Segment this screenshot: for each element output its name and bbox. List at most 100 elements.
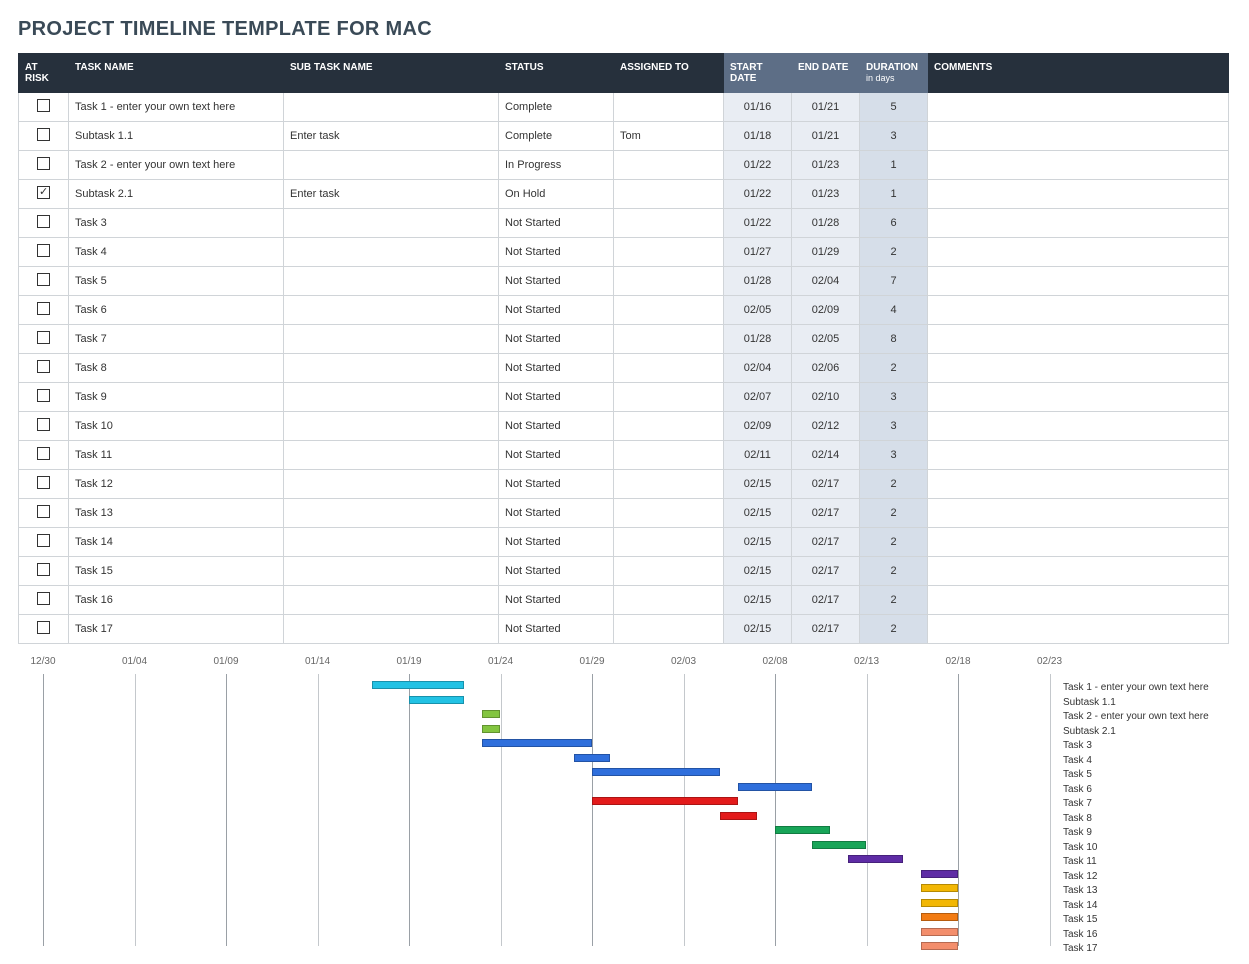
cell-assigned[interactable]: Tom: [614, 122, 724, 151]
cell-start[interactable]: 02/05: [724, 296, 792, 325]
cell-status[interactable]: In Progress: [499, 151, 614, 180]
cell-subtask[interactable]: [284, 325, 499, 354]
cell-start[interactable]: 02/15: [724, 615, 792, 644]
cell-comments[interactable]: [928, 412, 1229, 441]
at-risk-checkbox[interactable]: [37, 563, 50, 576]
cell-status[interactable]: Complete: [499, 93, 614, 122]
cell-status[interactable]: Not Started: [499, 209, 614, 238]
cell-end[interactable]: 02/06: [792, 354, 860, 383]
at-risk-checkbox[interactable]: [37, 215, 50, 228]
at-risk-checkbox[interactable]: [37, 447, 50, 460]
cell-subtask[interactable]: [284, 93, 499, 122]
cell-end[interactable]: 02/17: [792, 470, 860, 499]
cell-status[interactable]: Not Started: [499, 557, 614, 586]
cell-end[interactable]: 02/17: [792, 615, 860, 644]
at-risk-checkbox[interactable]: [37, 418, 50, 431]
cell-end[interactable]: 02/12: [792, 412, 860, 441]
cell-subtask[interactable]: [284, 151, 499, 180]
cell-subtask[interactable]: [284, 209, 499, 238]
cell-start[interactable]: 02/15: [724, 499, 792, 528]
cell-comments[interactable]: [928, 151, 1229, 180]
cell-comments[interactable]: [928, 528, 1229, 557]
cell-assigned[interactable]: [614, 296, 724, 325]
cell-comments[interactable]: [928, 383, 1229, 412]
at-risk-checkbox[interactable]: [37, 389, 50, 402]
cell-task[interactable]: Subtask 1.1: [69, 122, 284, 151]
cell-assigned[interactable]: [614, 412, 724, 441]
at-risk-checkbox[interactable]: [37, 505, 50, 518]
at-risk-checkbox[interactable]: [37, 273, 50, 286]
cell-task[interactable]: Task 13: [69, 499, 284, 528]
cell-task[interactable]: Subtask 2.1: [69, 180, 284, 209]
cell-comments[interactable]: [928, 122, 1229, 151]
cell-start[interactable]: 02/15: [724, 470, 792, 499]
cell-comments[interactable]: [928, 586, 1229, 615]
cell-comments[interactable]: [928, 180, 1229, 209]
at-risk-checkbox[interactable]: [37, 244, 50, 257]
cell-task[interactable]: Task 17: [69, 615, 284, 644]
cell-subtask[interactable]: [284, 238, 499, 267]
cell-assigned[interactable]: [614, 441, 724, 470]
cell-comments[interactable]: [928, 441, 1229, 470]
cell-end[interactable]: 01/21: [792, 93, 860, 122]
cell-start[interactable]: 02/15: [724, 528, 792, 557]
cell-start[interactable]: 01/27: [724, 238, 792, 267]
cell-end[interactable]: 01/23: [792, 180, 860, 209]
cell-start[interactable]: 01/28: [724, 267, 792, 296]
cell-comments[interactable]: [928, 325, 1229, 354]
cell-start[interactable]: 01/18: [724, 122, 792, 151]
cell-start[interactable]: 01/22: [724, 180, 792, 209]
cell-task[interactable]: Task 11: [69, 441, 284, 470]
cell-subtask[interactable]: [284, 383, 499, 412]
cell-status[interactable]: Not Started: [499, 586, 614, 615]
cell-subtask[interactable]: [284, 499, 499, 528]
cell-comments[interactable]: [928, 615, 1229, 644]
cell-assigned[interactable]: [614, 238, 724, 267]
cell-subtask[interactable]: [284, 557, 499, 586]
at-risk-checkbox[interactable]: [37, 476, 50, 489]
cell-task[interactable]: Task 4: [69, 238, 284, 267]
cell-end[interactable]: 02/10: [792, 383, 860, 412]
cell-status[interactable]: Not Started: [499, 441, 614, 470]
cell-comments[interactable]: [928, 499, 1229, 528]
cell-subtask[interactable]: [284, 296, 499, 325]
at-risk-checkbox[interactable]: [37, 99, 50, 112]
cell-task[interactable]: Task 6: [69, 296, 284, 325]
cell-status[interactable]: Complete: [499, 122, 614, 151]
cell-assigned[interactable]: [614, 586, 724, 615]
cell-status[interactable]: Not Started: [499, 412, 614, 441]
cell-task[interactable]: Task 15: [69, 557, 284, 586]
cell-comments[interactable]: [928, 470, 1229, 499]
cell-assigned[interactable]: [614, 470, 724, 499]
cell-comments[interactable]: [928, 93, 1229, 122]
cell-comments[interactable]: [928, 354, 1229, 383]
cell-task[interactable]: Task 14: [69, 528, 284, 557]
at-risk-checkbox[interactable]: [37, 186, 50, 199]
at-risk-checkbox[interactable]: [37, 302, 50, 315]
cell-assigned[interactable]: [614, 615, 724, 644]
cell-assigned[interactable]: [614, 151, 724, 180]
cell-subtask[interactable]: [284, 267, 499, 296]
at-risk-checkbox[interactable]: [37, 157, 50, 170]
cell-task[interactable]: Task 2 - enter your own text here: [69, 151, 284, 180]
cell-status[interactable]: Not Started: [499, 615, 614, 644]
cell-end[interactable]: 02/09: [792, 296, 860, 325]
cell-task[interactable]: Task 7: [69, 325, 284, 354]
cell-start[interactable]: 02/15: [724, 557, 792, 586]
cell-status[interactable]: Not Started: [499, 354, 614, 383]
cell-task[interactable]: Task 1 - enter your own text here: [69, 93, 284, 122]
cell-assigned[interactable]: [614, 354, 724, 383]
cell-start[interactable]: 01/22: [724, 209, 792, 238]
cell-task[interactable]: Task 3: [69, 209, 284, 238]
cell-task[interactable]: Task 10: [69, 412, 284, 441]
cell-end[interactable]: 02/17: [792, 586, 860, 615]
at-risk-checkbox[interactable]: [37, 592, 50, 605]
cell-assigned[interactable]: [614, 209, 724, 238]
cell-start[interactable]: 02/04: [724, 354, 792, 383]
cell-comments[interactable]: [928, 557, 1229, 586]
cell-comments[interactable]: [928, 238, 1229, 267]
at-risk-checkbox[interactable]: [37, 534, 50, 547]
cell-task[interactable]: Task 9: [69, 383, 284, 412]
cell-assigned[interactable]: [614, 180, 724, 209]
at-risk-checkbox[interactable]: [37, 331, 50, 344]
